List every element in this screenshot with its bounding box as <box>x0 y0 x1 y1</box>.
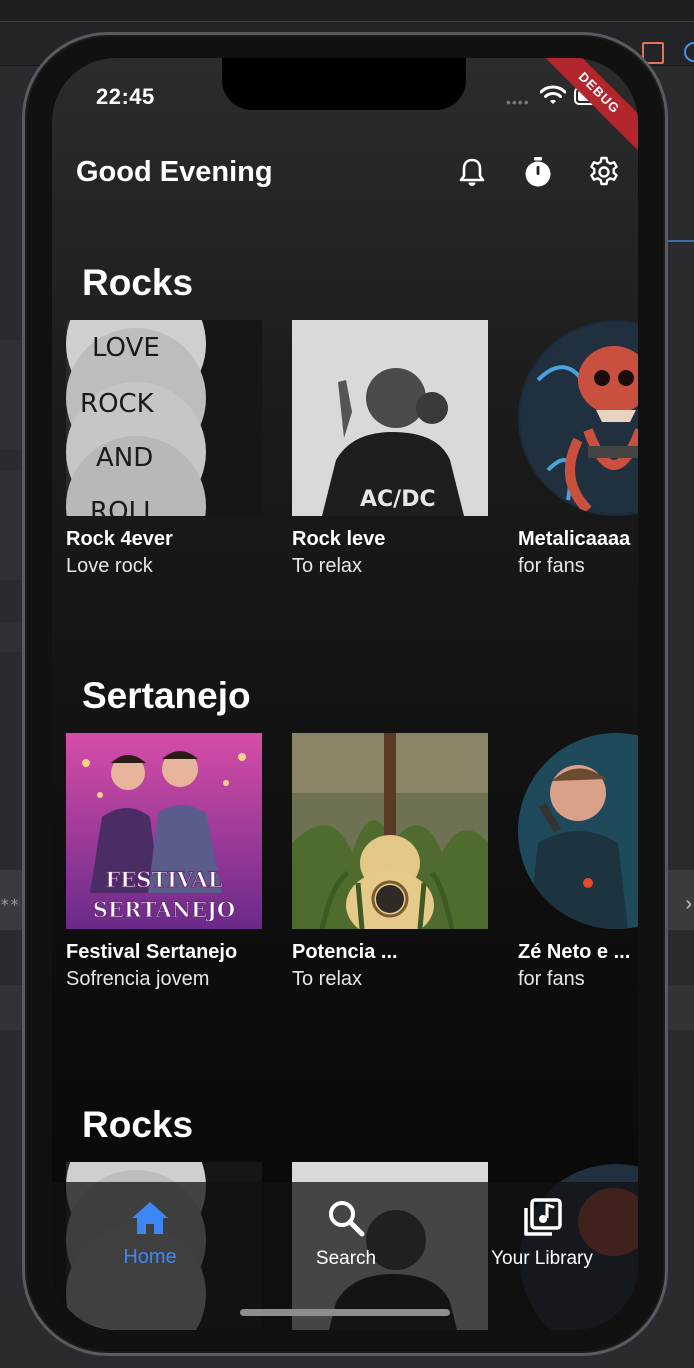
art-text-rock: ROCK <box>80 389 155 419</box>
playlist-subtitle: Love rock <box>66 555 153 577</box>
library-icon <box>524 1198 562 1236</box>
section-title-sertanejo: Sertanejo <box>82 675 251 716</box>
ide-divider <box>666 240 694 242</box>
art-text-festival: FESTIVAL <box>105 867 222 892</box>
playlist-title: Festival Sertanejo <box>66 941 238 963</box>
nav-home[interactable]: Home <box>52 1196 248 1306</box>
album-art-skull <box>518 320 638 516</box>
app-screen: 22:45 •••• DEBUG Good Evening Rocks LOVE… <box>52 58 638 1330</box>
playlist-title: Potencia ... <box>292 941 398 963</box>
playlist-subtitle: To relax <box>292 555 363 577</box>
album-art-festival-sertanejo: FESTIVAL SERTANEJO <box>66 733 262 929</box>
gear-icon[interactable] <box>588 156 620 188</box>
bottom-navigation: Home Search Your Library <box>52 1182 638 1330</box>
phone-notch <box>222 58 466 110</box>
playlist-card-ze-neto[interactable]: Zé Neto e ... for fans <box>518 733 638 991</box>
playlist-title: Rock leve <box>292 528 386 550</box>
art-text-and: AND <box>96 443 153 473</box>
section-title-rocks: Rocks <box>82 1104 194 1145</box>
playlist-card-rock-4ever[interactable]: LOVE ROCK AND ROLL Rock 4ever Love rock <box>66 320 262 578</box>
ide-ellipsis-text: ** <box>0 895 20 914</box>
bell-icon[interactable] <box>456 156 488 188</box>
playlist-subtitle: To relax <box>292 968 363 990</box>
art-text-roll: ROLL <box>90 497 158 516</box>
playlist-title: Zé Neto e ... <box>518 941 631 963</box>
playlist-title: Metalicaaaa <box>518 528 631 550</box>
playlist-card-metalicaaaa[interactable]: Metalicaaaa for fans <box>518 320 638 578</box>
nav-label: Your Library <box>491 1248 593 1269</box>
album-art-singers <box>518 733 638 929</box>
playlist-subtitle: for fans <box>518 555 585 577</box>
timer-icon[interactable] <box>522 156 554 188</box>
nav-search[interactable]: Search <box>248 1196 444 1306</box>
wifi-icon <box>540 85 566 104</box>
playlist-card-festival-sertanejo[interactable]: FESTIVAL SERTANEJO Festival Sertanejo So… <box>66 733 262 991</box>
playlist-subtitle: Sofrencia jovem <box>66 968 210 990</box>
nav-label: Home <box>123 1246 177 1268</box>
status-time: 22:45 <box>96 84 155 109</box>
album-art-acdc-girl: AC/DC <box>292 320 488 516</box>
search-icon <box>329 1201 365 1237</box>
art-text-sertanejo: SERTANEJO <box>93 897 235 922</box>
art-text-love: LOVE <box>92 333 160 363</box>
page-title: Good Evening <box>76 156 273 188</box>
signal-icon: •••• <box>506 94 530 110</box>
section-title-rocks: Rocks <box>82 262 194 303</box>
art-text-acdc: AC/DC <box>360 487 436 512</box>
home-icon <box>132 1202 168 1234</box>
home-indicator[interactable] <box>240 1309 450 1316</box>
nav-label: Search <box>315 1248 377 1269</box>
playlist-title: Rock 4ever <box>66 528 173 550</box>
album-art-love-rock-and-roll: LOVE ROCK AND ROLL <box>66 320 262 516</box>
playlist-card-potencia[interactable]: Potencia ... To relax <box>292 733 488 991</box>
playlist-card-rock-leve[interactable]: AC/DC Rock leve To relax <box>292 320 488 578</box>
album-art-guitar-grass <box>292 733 488 929</box>
ide-close-icon[interactable]: › <box>685 893 692 916</box>
nav-your-library[interactable]: Your Library <box>444 1196 638 1306</box>
playlist-subtitle: for fans <box>518 968 585 990</box>
